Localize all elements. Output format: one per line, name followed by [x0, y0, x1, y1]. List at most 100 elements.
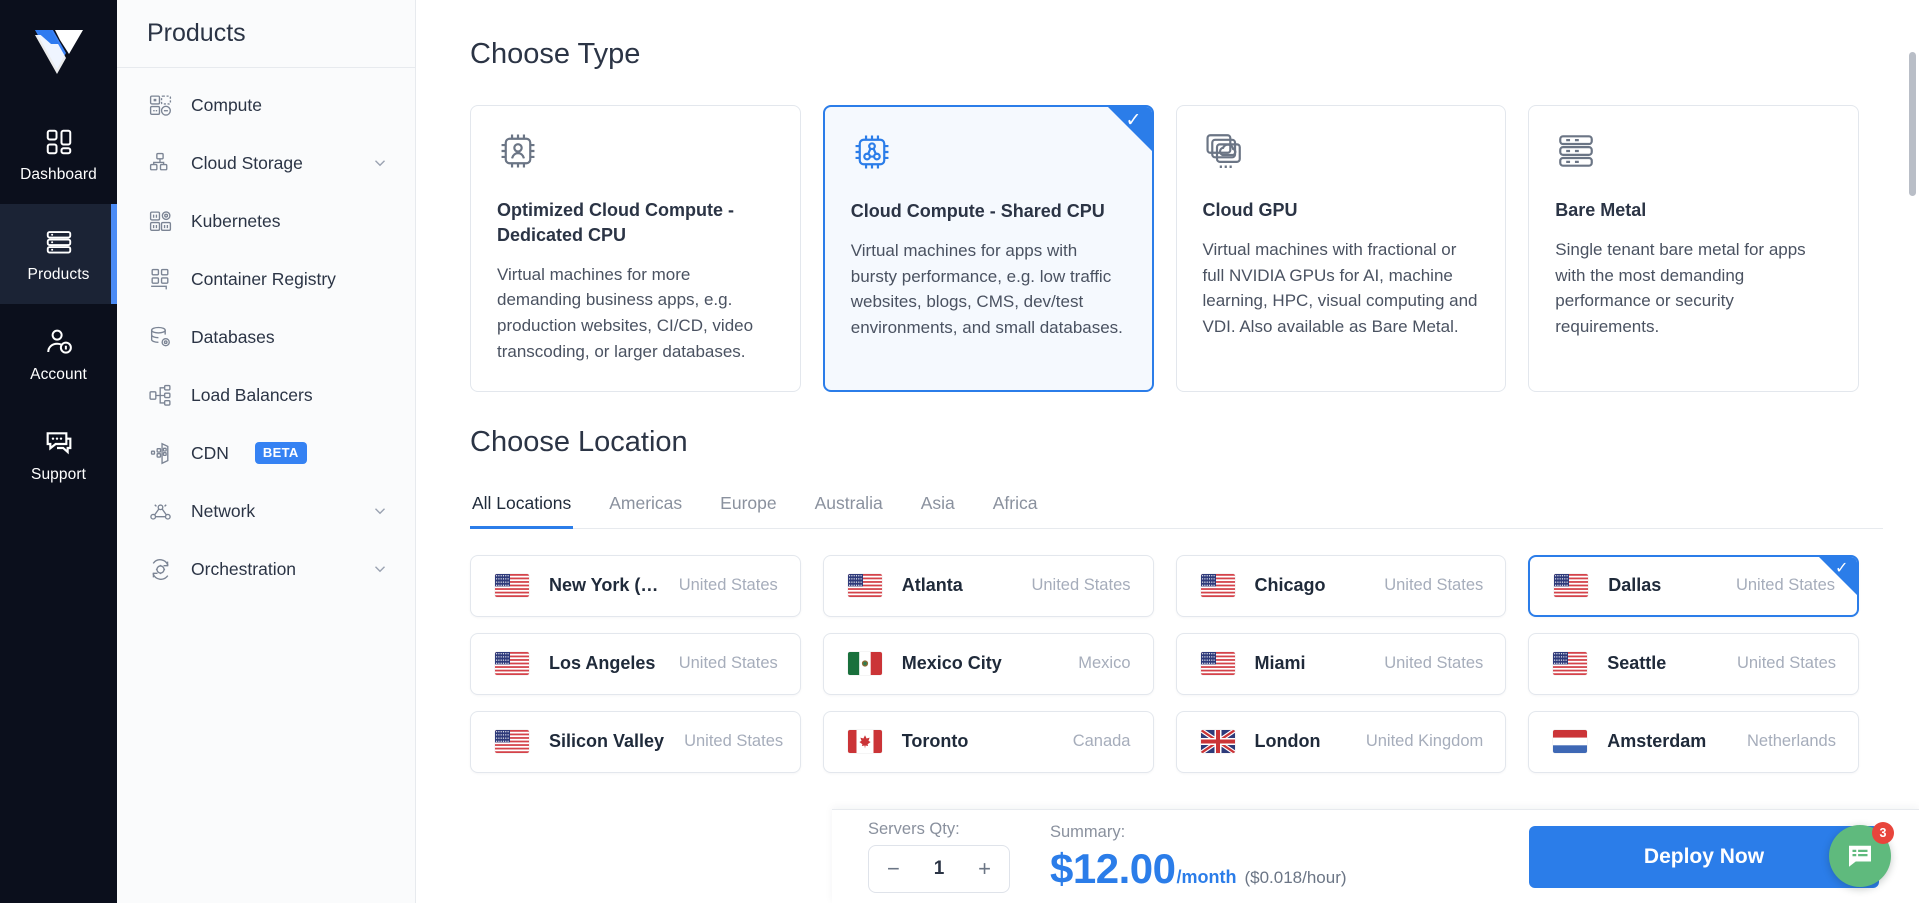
- tab-australia[interactable]: Australia: [813, 487, 885, 528]
- flag-icon-ca: [847, 730, 882, 754]
- location-card[interactable]: Silicon Valley United States: [470, 710, 801, 773]
- quantity-stepper[interactable]: − 1 +: [868, 845, 1010, 893]
- price-row: $12.00 /month ($0.018/hour): [1050, 848, 1347, 890]
- location-card[interactable]: Dallas United States ✓: [1528, 554, 1859, 617]
- type-card-cloud-gpu[interactable]: Cloud GPU Virtual machines with fraction…: [1175, 105, 1507, 392]
- price-period: /month: [1176, 867, 1237, 887]
- check-icon: ✓: [1125, 110, 1142, 131]
- location-country: United States: [684, 732, 784, 751]
- rail-item-products[interactable]: Products: [0, 204, 117, 304]
- type-card-desc: Virtual machines with fractional or full…: [1202, 239, 1478, 337]
- type-card-cloud-compute-shared-cpu[interactable]: ✓ Cloud Compute - Shared CPU Virtual mac…: [822, 105, 1154, 392]
- type-card-desc: Virtual machines for more demanding busi…: [497, 264, 754, 362]
- sidebar-item-label: Container Registry: [191, 268, 336, 289]
- sidebar-item-container-registry[interactable]: Container Registry: [117, 250, 415, 308]
- type-card-optimized-cloud-compute[interactable]: Optimized Cloud Compute - Dedicated CPU …: [470, 105, 801, 392]
- deploy-now-button[interactable]: Deploy Now: [1529, 825, 1879, 888]
- page-scrollbar[interactable]: [1909, 52, 1916, 196]
- sidebar-item-network[interactable]: Network: [117, 482, 415, 540]
- dashboard-icon: [44, 125, 74, 159]
- selected-check-badge: ✓: [1105, 106, 1152, 153]
- location-card[interactable]: New York (… United States: [470, 554, 801, 617]
- vultr-logo[interactable]: [29, 20, 89, 82]
- bare-metal-icon: [1555, 130, 1832, 176]
- location-card[interactable]: Amsterdam Netherlands: [1528, 710, 1859, 773]
- location-card[interactable]: Chicago United States: [1175, 554, 1507, 617]
- chevron-down-icon[interactable]: [371, 154, 389, 172]
- flag-icon-gb: [1200, 730, 1235, 754]
- location-card[interactable]: Los Angeles United States: [470, 632, 801, 695]
- location-tabs: All Locations Americas Europe Australia …: [470, 487, 1883, 529]
- chevron-down-icon[interactable]: [371, 502, 389, 520]
- app-root: Dashboard Products Account Support Produ…: [0, 0, 1919, 903]
- sidebar-item-load-balancers[interactable]: Load Balancers: [117, 366, 415, 424]
- location-card-grid: New York (… United States Atlanta United St…: [470, 554, 1883, 773]
- increment-button[interactable]: +: [978, 858, 991, 880]
- quantity-value: 1: [933, 858, 945, 879]
- tab-americas[interactable]: Americas: [607, 487, 684, 528]
- chat-support-icon: [43, 425, 75, 459]
- location-city: Dallas: [1608, 575, 1662, 596]
- location-city: Silicon Valley: [549, 731, 665, 752]
- type-card-desc: Virtual machines for apps with bursty pe…: [850, 240, 1123, 338]
- tab-asia[interactable]: Asia: [919, 487, 957, 528]
- load-balancers-icon: [147, 382, 173, 408]
- summary-label: Summary:: [1050, 823, 1126, 841]
- account-icon: [44, 325, 74, 359]
- cdn-icon: [147, 440, 173, 466]
- rail-item-label: Dashboard: [20, 166, 97, 184]
- rail-item-account[interactable]: Account: [0, 304, 117, 404]
- location-card[interactable]: Miami United States: [1175, 632, 1507, 695]
- selected-check-badge: ✓: [1818, 556, 1858, 596]
- flag-icon-nl: [1553, 730, 1588, 754]
- flag-icon-us: [495, 652, 529, 676]
- sidebar-item-databases[interactable]: Databases: [117, 308, 415, 366]
- location-card[interactable]: Toronto Canada: [822, 710, 1154, 773]
- server-stack-icon: [44, 225, 74, 259]
- sidebar-item-label: Network: [191, 500, 256, 521]
- type-card-title: Cloud Compute - Shared CPU: [850, 201, 1105, 221]
- sidebar-item-cdn[interactable]: CDN BETA: [117, 424, 415, 482]
- location-card[interactable]: Mexico City Mexico: [822, 632, 1154, 695]
- location-country: United States: [678, 576, 778, 595]
- location-card[interactable]: Seattle United States: [1528, 632, 1859, 695]
- location-country: United States: [1384, 576, 1484, 595]
- type-card-grid: Optimized Cloud Compute - Dedicated CPU …: [470, 105, 1883, 392]
- chat-widget-button[interactable]: 3: [1829, 822, 1894, 887]
- location-country: United States: [1736, 654, 1836, 673]
- products-sidebar: Products Compute Cloud Storage Kubernete…: [117, 0, 416, 903]
- orchestration-icon: [147, 556, 173, 582]
- type-card-desc: Single tenant bare metal for apps with t…: [1555, 239, 1806, 337]
- sidebar-item-kubernetes[interactable]: Kubernetes: [117, 192, 415, 250]
- rail-item-support[interactable]: Support: [0, 404, 117, 504]
- location-country: Netherlands: [1747, 732, 1836, 751]
- location-card[interactable]: Atlanta United States: [822, 554, 1154, 617]
- flag-icon-us: [1200, 574, 1235, 598]
- rail-item-dashboard[interactable]: Dashboard: [0, 104, 117, 204]
- flag-icon-us: [1554, 574, 1589, 598]
- sidebar-item-cloud-storage[interactable]: Cloud Storage: [117, 134, 415, 192]
- sidebar-item-label: Load Balancers: [191, 384, 313, 405]
- type-card-title: Cloud GPU: [1202, 200, 1298, 220]
- tab-africa[interactable]: Africa: [991, 487, 1040, 528]
- type-card-title: Bare Metal: [1555, 200, 1647, 220]
- location-card[interactable]: London United Kingdom: [1175, 710, 1507, 773]
- location-country: United States: [678, 654, 778, 673]
- location-city: Seattle: [1607, 653, 1667, 674]
- flag-icon-us: [847, 574, 882, 598]
- location-country: United States: [1384, 654, 1484, 673]
- type-card-bare-metal[interactable]: Bare Metal Single tenant bare metal for …: [1528, 105, 1859, 392]
- decrement-button[interactable]: −: [887, 858, 900, 880]
- summary-block: Summary: $12.00 /month ($0.018/hour): [1050, 823, 1347, 890]
- flag-icon-us: [1553, 652, 1588, 676]
- tab-all-locations[interactable]: All Locations: [470, 487, 574, 529]
- price-amount: $12.00: [1050, 845, 1176, 892]
- sidebar-item-compute[interactable]: Compute: [117, 76, 415, 134]
- chat-message-icon: [1849, 845, 1871, 867]
- sidebar-item-orchestration[interactable]: Orchestration: [117, 540, 415, 598]
- tab-europe[interactable]: Europe: [718, 487, 778, 528]
- chevron-down-icon[interactable]: [371, 560, 389, 578]
- location-country: Mexico: [1078, 654, 1131, 673]
- gpu-cloud-icon: [1203, 130, 1480, 176]
- location-city: Miami: [1254, 653, 1306, 674]
